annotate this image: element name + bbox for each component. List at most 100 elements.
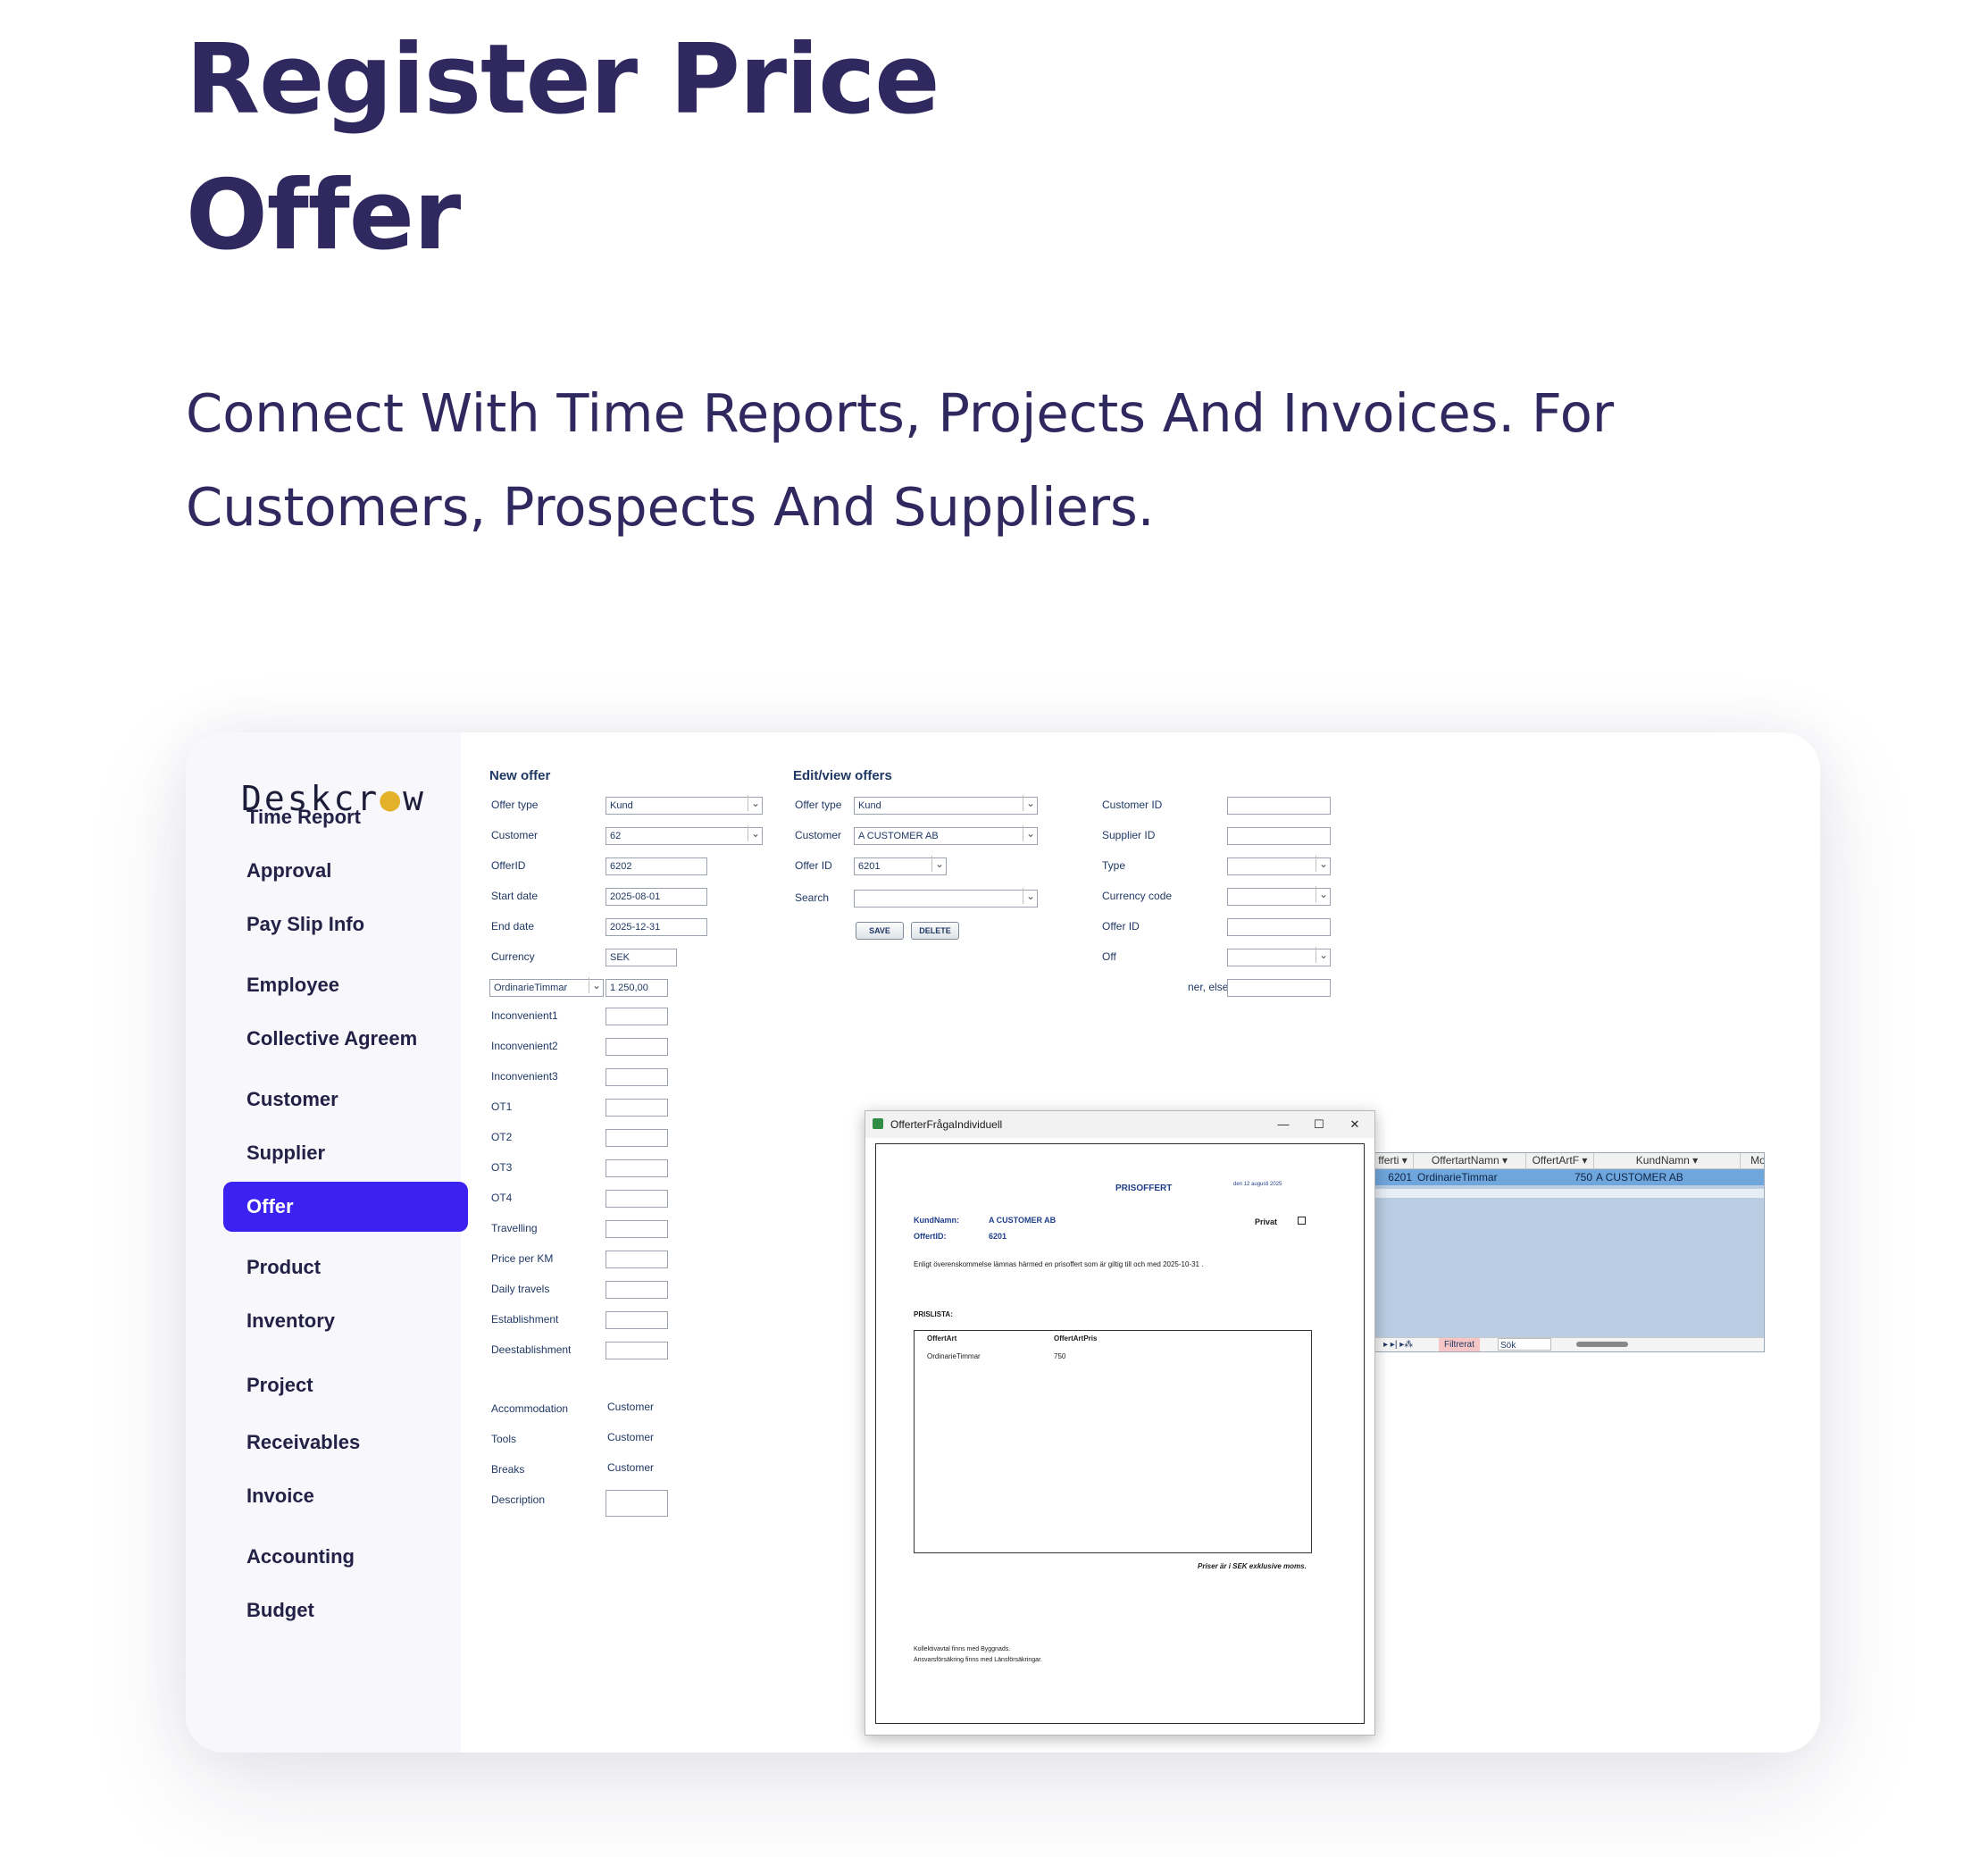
insurance-note: Ansvarsförsäkring finns med Länsförsäkri… — [914, 1657, 1042, 1663]
sidebar-item-invoice[interactable]: Invoice — [223, 1471, 468, 1521]
offer-id-label: OfferID — [491, 859, 526, 872]
edit-customer-select[interactable]: A CUSTOMER AB — [854, 825, 1038, 845]
grid-header-customer[interactable]: KundNamn ▾ — [1594, 1153, 1741, 1169]
accommodation-label: Accommodation — [491, 1402, 569, 1415]
grid-search-box[interactable]: Sök — [1498, 1338, 1551, 1351]
close-icon[interactable]: ✕ — [1337, 1111, 1373, 1138]
currency-code-select[interactable] — [1227, 886, 1331, 906]
edit-offer-type-select[interactable]: Kund — [854, 795, 1038, 815]
row-label-ot1: OT1 — [491, 1100, 513, 1113]
grid-header-more[interactable]: Mo — [1741, 1153, 1764, 1169]
maximize-icon[interactable]: ☐ — [1301, 1111, 1337, 1138]
row-field-price-per-km[interactable] — [606, 1251, 668, 1268]
article-select[interactable]: OrdinarieTimmar — [489, 977, 604, 997]
currency-field[interactable]: SEK — [606, 949, 677, 966]
sidebar-item-supplier[interactable]: Supplier — [223, 1128, 468, 1178]
grid-nav-buttons[interactable]: ▸ ▸| ▸⁂ — [1383, 1338, 1413, 1351]
row-field-deestablishment[interactable] — [606, 1342, 668, 1359]
row-field-establishment[interactable] — [606, 1311, 668, 1329]
prislista-label: PRISLISTA: — [914, 1310, 953, 1318]
new-customer-select[interactable]: 62 — [606, 825, 763, 845]
sidebar-item-employee[interactable]: Employee — [223, 960, 468, 1010]
end-date-label: End date — [491, 920, 535, 933]
grid-cell-id: 6201 — [1388, 1171, 1412, 1184]
hero-title-line2: Offer — [186, 160, 461, 272]
filter-offer-id-field[interactable] — [1227, 918, 1331, 936]
edit-customer-label: Customer — [795, 829, 842, 841]
row-field-ot1[interactable] — [606, 1099, 668, 1117]
hero-subtitle-line2: Customers, Prospects And Suppliers. — [186, 476, 1155, 538]
grid-header-name[interactable]: OffertartNamn ▾ — [1414, 1153, 1526, 1169]
offer-filter-select[interactable] — [1227, 947, 1331, 966]
grid-scrollbar-thumb[interactable] — [1576, 1342, 1628, 1347]
row-field-inconvenient3[interactable] — [606, 1068, 668, 1086]
price-table-cell-price: 750 — [1054, 1352, 1066, 1360]
tools-label: Tools — [491, 1433, 517, 1445]
accommodation-value[interactable]: Customer — [607, 1401, 654, 1413]
search-select[interactable] — [854, 888, 1038, 908]
offer-type-label: Offer type — [491, 799, 539, 811]
agreement-note: Kollektivavtal finns med Byggnads. — [914, 1646, 1011, 1652]
end-date-field[interactable]: 2025-12-31 — [606, 918, 707, 936]
search-label: Search — [795, 891, 830, 904]
sidebar-item-receivables[interactable]: Receivables — [223, 1418, 468, 1468]
sidebar-item-approval[interactable]: Approval — [223, 846, 468, 896]
sidebar-item-time-report[interactable]: Time Report — [223, 792, 468, 842]
grid-cell-name: OrdinarieTimmar — [1417, 1171, 1498, 1184]
sidebar-item-offer[interactable]: Offer — [223, 1182, 468, 1232]
sidebar-item-project[interactable]: Project — [223, 1360, 468, 1410]
supplier-id-field[interactable] — [1227, 827, 1331, 845]
start-date-field[interactable]: 2025-08-01 — [606, 888, 707, 906]
else-partial-label: ner, else — [1188, 981, 1229, 993]
type-select[interactable] — [1227, 856, 1331, 875]
row-field-daily-travels[interactable] — [606, 1281, 668, 1299]
offertid-value: 6201 — [989, 1232, 1007, 1241]
row-label-deestablishment: Deestablishment — [491, 1343, 572, 1356]
save-button[interactable]: SAVE — [856, 922, 904, 940]
grid-header-id[interactable]: fferti ▾ — [1373, 1153, 1414, 1169]
row-field-ot4[interactable] — [606, 1190, 668, 1208]
row-field-inconvenient2[interactable] — [606, 1038, 668, 1056]
description-label: Description — [491, 1493, 546, 1506]
dialog-titlebar[interactable]: OfferterFrågaIndividuell — ☐ ✕ — [865, 1111, 1374, 1138]
description-field[interactable] — [606, 1490, 668, 1517]
sidebar-item-customer[interactable]: Customer — [223, 1075, 468, 1125]
sidebar-item-collective-agreem[interactable]: Collective Agreem — [223, 1014, 468, 1064]
row-label-inconvenient3: Inconvenient3 — [491, 1070, 558, 1083]
tools-value[interactable]: Customer — [607, 1431, 654, 1443]
price-table: OffertArt OffertArtPris OrdinarieTimmar … — [914, 1330, 1312, 1553]
start-date-label: Start date — [491, 890, 539, 902]
hero-title: Register Price Offer — [186, 13, 1079, 284]
row-field-ot3[interactable] — [606, 1159, 668, 1177]
new-offer-id-field[interactable]: 6202 — [606, 857, 707, 875]
row-field-inconvenient1[interactable] — [606, 1008, 668, 1025]
delete-button[interactable]: DELETE — [911, 922, 959, 940]
grid-cell-customer: A CUSTOMER AB — [1596, 1171, 1683, 1184]
report-page: PRISOFFERT den 12 augusti 2025 KundNamn:… — [875, 1143, 1365, 1724]
grid-filter-indicator[interactable]: Filtrerat — [1439, 1338, 1480, 1351]
offers-grid[interactable]: fferti ▾ OffertartNamn ▾ OffertArtF ▾ Ku… — [1372, 1152, 1765, 1352]
sidebar-item-pay-slip-info[interactable]: Pay Slip Info — [223, 899, 468, 949]
grid-new-row[interactable] — [1373, 1189, 1764, 1198]
type-label: Type — [1102, 859, 1126, 872]
sidebar-item-inventory[interactable]: Inventory — [223, 1296, 468, 1346]
article-price-field[interactable]: 1 250,00 — [606, 979, 668, 997]
price-table-header-price: OffertArtPris — [1054, 1334, 1098, 1343]
new-offer-type-select[interactable]: Kund — [606, 795, 763, 815]
minimize-icon[interactable]: — — [1265, 1111, 1301, 1138]
grid-header-price[interactable]: OffertArtF ▾ — [1526, 1153, 1594, 1169]
customer-id-field[interactable] — [1227, 797, 1331, 815]
sidebar-item-accounting[interactable]: Accounting — [223, 1532, 468, 1582]
vat-note: Priser är i SEK exklusive moms. — [1198, 1562, 1307, 1570]
row-field-travelling[interactable] — [606, 1220, 668, 1238]
else-field[interactable] — [1227, 979, 1331, 997]
edit-offers-title: Edit/view offers — [793, 768, 892, 783]
hero-title-line1: Register Price — [186, 24, 940, 136]
breaks-value[interactable]: Customer — [607, 1461, 654, 1474]
privat-checkbox[interactable] — [1298, 1217, 1306, 1225]
sidebar-item-product[interactable]: Product — [223, 1242, 468, 1292]
sidebar-item-budget[interactable]: Budget — [223, 1585, 468, 1635]
kundnamn-label: KundNamn: — [914, 1216, 959, 1225]
row-field-ot2[interactable] — [606, 1129, 668, 1147]
edit-offer-id-select[interactable]: 6201 — [854, 856, 947, 875]
